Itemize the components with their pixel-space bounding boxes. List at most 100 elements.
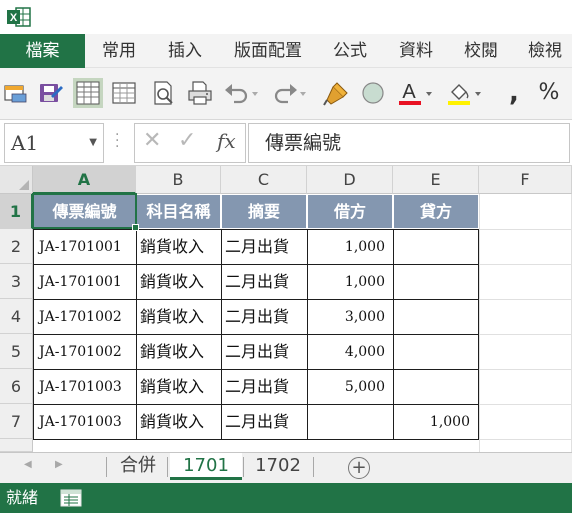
comma-style-icon[interactable]: , — [501, 80, 527, 106]
select-all-button[interactable] — [0, 166, 33, 194]
cell-d5[interactable]: 4,000 — [307, 334, 394, 370]
row-header-1[interactable]: 1 — [0, 194, 33, 229]
gridline — [479, 194, 480, 452]
cell-a4[interactable]: JA-1701002 — [33, 299, 137, 335]
scroll-right-icon[interactable]: ▶ — [55, 459, 63, 470]
name-box[interactable]: A1 ▼ — [4, 123, 104, 163]
fill-color-icon[interactable] — [446, 80, 482, 106]
vertical-dots-icon[interactable]: · · · — [115, 128, 119, 154]
row-header-6[interactable]: 6 — [0, 369, 33, 404]
percent-style-icon[interactable]: % — [535, 80, 563, 106]
sheet-tab-1702[interactable]: 1702 — [246, 453, 310, 480]
table-format-icon[interactable] — [73, 78, 103, 108]
macro-recording-icon[interactable] — [60, 489, 82, 507]
cell-a7[interactable]: JA-1701003 — [33, 404, 137, 440]
tab-separator — [106, 457, 107, 477]
font-color-icon[interactable]: A — [397, 80, 433, 106]
cell-c1[interactable]: 摘要 — [221, 194, 307, 229]
cell-c2[interactable]: 二月出貨 — [221, 229, 308, 265]
tab-home[interactable]: 常用 — [94, 34, 144, 68]
cell-c5[interactable]: 二月出貨 — [221, 334, 308, 370]
tab-page-layout[interactable]: 版面配置 — [226, 34, 310, 68]
column-header-d[interactable]: D — [307, 166, 393, 194]
column-header-e[interactable]: E — [393, 166, 479, 194]
excel-icon: X — [7, 7, 31, 27]
cell-b6[interactable]: 銷貨收入 — [136, 369, 222, 405]
tab-file[interactable]: 檔案 — [0, 34, 85, 68]
save-icon[interactable] — [37, 80, 63, 106]
row-header-7[interactable]: 7 — [0, 404, 33, 439]
tab-review[interactable]: 校閱 — [456, 34, 506, 68]
cell-e7[interactable]: 1,000 — [393, 404, 479, 440]
tab-view[interactable]: 檢視 — [520, 34, 570, 68]
cell-e5[interactable] — [393, 334, 479, 370]
column-header-c[interactable]: C — [221, 166, 307, 194]
confirm-icon[interactable]: ✓ — [178, 128, 196, 153]
print-icon[interactable] — [187, 80, 213, 106]
cell-b3[interactable]: 銷貨收入 — [136, 264, 222, 300]
row-header-5[interactable]: 5 — [0, 334, 33, 369]
formula-input[interactable]: 傳票編號 — [248, 123, 570, 163]
cell-e3[interactable] — [393, 264, 479, 300]
ribbon-tabs: 檔案 常用 插入 版面配置 公式 資料 校閱 檢視 — [0, 34, 572, 68]
cell-d1[interactable]: 借方 — [307, 194, 393, 229]
cell-b4[interactable]: 銷貨收入 — [136, 299, 222, 335]
column-header-a[interactable]: A — [33, 166, 136, 194]
cell-d4[interactable]: 3,000 — [307, 299, 394, 335]
undo-icon[interactable] — [222, 80, 258, 106]
print-preview-icon[interactable] — [151, 80, 177, 106]
new-document-icon[interactable] — [2, 80, 28, 106]
borders-icon[interactable] — [111, 80, 137, 106]
cell-e1[interactable]: 貸方 — [393, 194, 479, 229]
cell-e4[interactable] — [393, 299, 479, 335]
format-painter-icon[interactable] — [323, 80, 349, 106]
cell-a3[interactable]: JA-1701001 — [33, 264, 137, 300]
cell-b7[interactable]: 銷貨收入 — [136, 404, 222, 440]
tab-data[interactable]: 資料 — [391, 34, 441, 68]
row-header-2[interactable]: 2 — [0, 229, 33, 264]
cell-e6[interactable] — [393, 369, 479, 405]
quick-toolbar: A , % — [0, 68, 572, 120]
name-box-value: A1 — [11, 131, 39, 155]
row-header-8[interactable] — [0, 439, 33, 452]
sheet-tab-merged[interactable]: 合併 — [110, 453, 166, 480]
sheet-tab-1701[interactable]: 1701 — [170, 453, 242, 480]
redo-icon[interactable] — [270, 80, 306, 106]
column-header-b[interactable]: B — [136, 166, 221, 194]
fill-handle[interactable] — [132, 224, 139, 231]
cell-a6[interactable]: JA-1701003 — [33, 369, 137, 405]
cell-b5[interactable]: 銷貨收入 — [136, 334, 222, 370]
cell-b1[interactable]: 科目名稱 — [136, 194, 221, 229]
cancel-icon[interactable]: ✕ — [143, 128, 161, 153]
circle-shape-icon[interactable] — [360, 80, 386, 106]
insert-function-button[interactable]: fx — [217, 129, 236, 153]
tab-separator — [313, 457, 314, 477]
tab-insert[interactable]: 插入 — [160, 34, 210, 68]
cell-d2[interactable]: 1,000 — [307, 229, 394, 265]
cell-a2[interactable]: JA-1701001 — [33, 229, 137, 265]
chevron-down-icon[interactable]: ▼ — [89, 124, 97, 162]
row-header-3[interactable]: 3 — [0, 264, 33, 299]
formula-bar: A1 ▼ · · · ✕ ✓ fx 傳票編號 — [0, 120, 572, 166]
add-sheet-button[interactable]: + — [348, 457, 370, 479]
tab-separator — [167, 457, 168, 477]
cell-a5[interactable]: JA-1701002 — [33, 334, 137, 370]
row-header-4[interactable]: 4 — [0, 299, 33, 334]
cell-d6[interactable]: 5,000 — [307, 369, 394, 405]
cell-e2[interactable] — [393, 229, 479, 265]
column-header-f[interactable]: F — [479, 166, 572, 194]
svg-text:A: A — [402, 81, 416, 103]
cell-c4[interactable]: 二月出貨 — [221, 299, 308, 335]
sheet-tab-bar: ◀ ▶ 合併 1701 1702 + — [0, 452, 572, 483]
fill-color-swatch — [448, 101, 470, 105]
select-all-triangle-icon — [19, 180, 29, 190]
cell-a1[interactable]: 傳票編號 — [33, 194, 136, 229]
cell-d3[interactable]: 1,000 — [307, 264, 394, 300]
scroll-left-icon[interactable]: ◀ — [24, 459, 32, 470]
cell-c7[interactable]: 二月出貨 — [221, 404, 308, 440]
cell-b2[interactable]: 銷貨收入 — [136, 229, 222, 265]
cell-c6[interactable]: 二月出貨 — [221, 369, 308, 405]
cell-c3[interactable]: 二月出貨 — [221, 264, 308, 300]
cell-d7[interactable] — [307, 404, 394, 440]
tab-formulas[interactable]: 公式 — [325, 34, 375, 68]
